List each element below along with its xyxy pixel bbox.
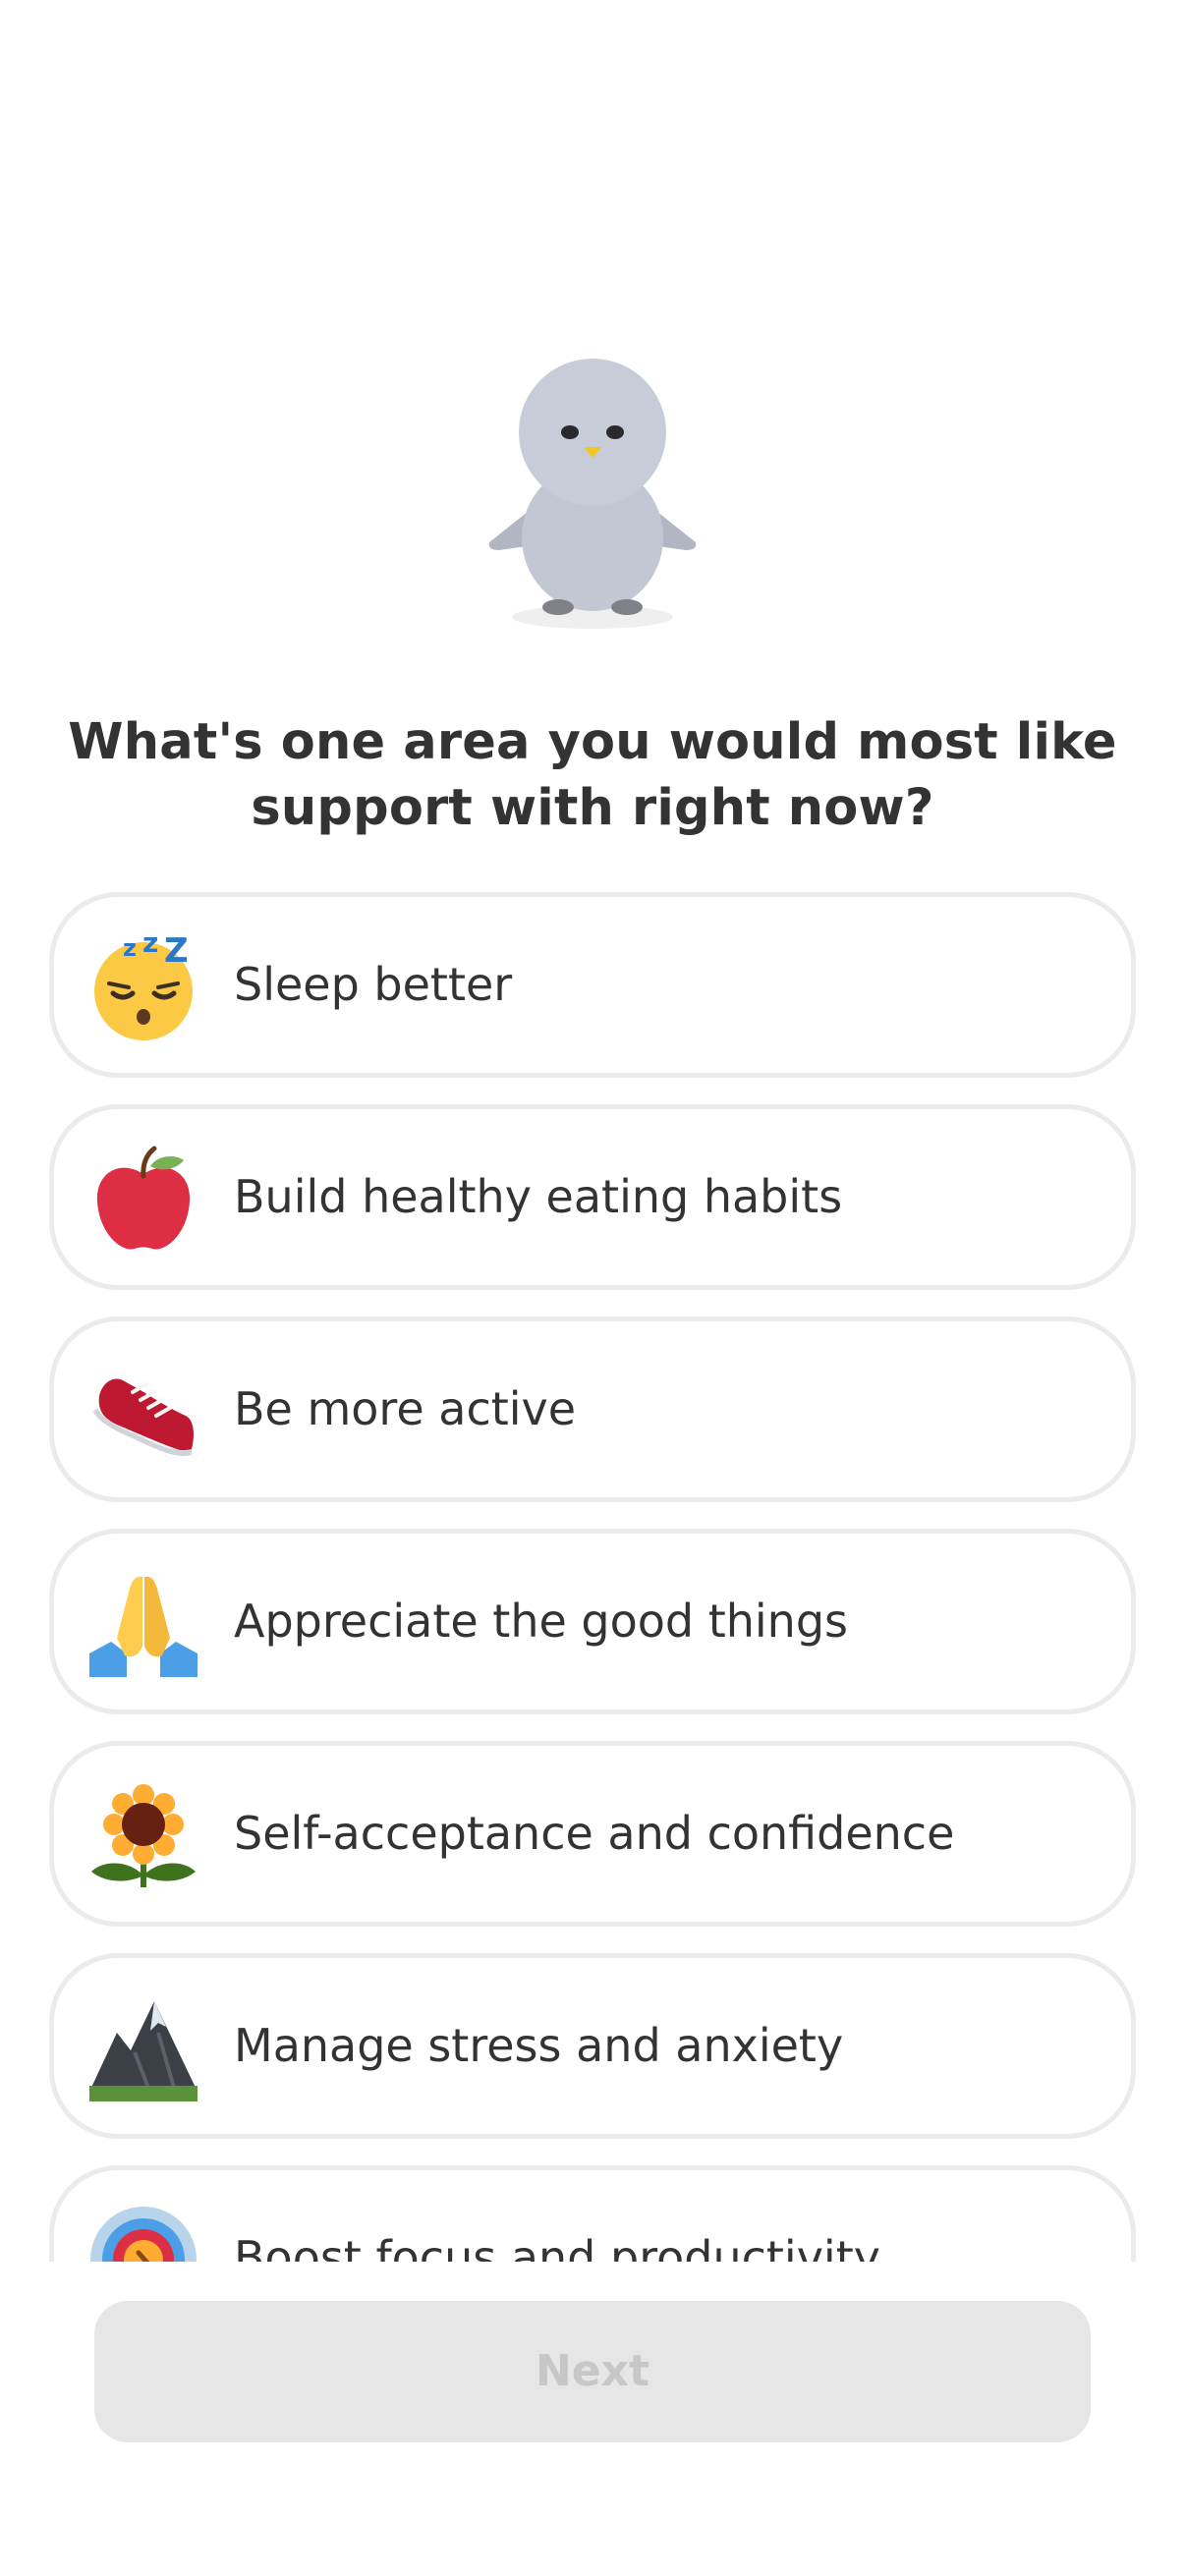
option-label: Manage stress and anxiety <box>234 2019 844 2072</box>
folded-hands-icon <box>89 1569 198 1677</box>
option-boost-focus[interactable]: Boost focus and productivity <box>49 2165 1136 2262</box>
option-label: Boost focus and productivity <box>234 2231 880 2262</box>
option-eating-habits[interactable]: Build healthy eating habits <box>49 1104 1136 1290</box>
sunflower-icon <box>89 1781 198 1889</box>
penguin-mascot-icon <box>481 356 704 633</box>
options-list: z z Z Sleep better Build healthy eating … <box>0 884 1185 2262</box>
mountain-icon <box>89 1993 198 2101</box>
svg-text:z: z <box>142 932 158 959</box>
running-shoe-icon <box>89 1357 198 1465</box>
svg-text:z: z <box>123 934 137 962</box>
option-manage-stress[interactable]: Manage stress and anxiety <box>49 1953 1136 2139</box>
option-label: Sleep better <box>234 958 513 1011</box>
target-icon <box>89 2206 198 2262</box>
question-title: What's one area you would most like supp… <box>68 713 1117 837</box>
option-label: Be more active <box>234 1382 577 1435</box>
sleeping-face-icon: z z Z <box>89 932 198 1040</box>
option-label: Build healthy eating habits <box>234 1170 843 1223</box>
option-self-acceptance[interactable]: Self-acceptance and confidence <box>49 1741 1136 1927</box>
svg-text:Z: Z <box>164 932 189 971</box>
option-sleep-better[interactable]: z z Z Sleep better <box>49 892 1136 1078</box>
red-apple-icon <box>89 1145 198 1253</box>
option-appreciate[interactable]: Appreciate the good things <box>49 1529 1136 1714</box>
option-be-more-active[interactable]: Be more active <box>49 1316 1136 1502</box>
next-button[interactable]: Next <box>94 2301 1091 2442</box>
option-label: Appreciate the good things <box>234 1595 848 1648</box>
onboarding-screen: What's one area you would most like supp… <box>0 0 1185 2576</box>
option-label: Self-acceptance and confidence <box>234 1807 955 1860</box>
